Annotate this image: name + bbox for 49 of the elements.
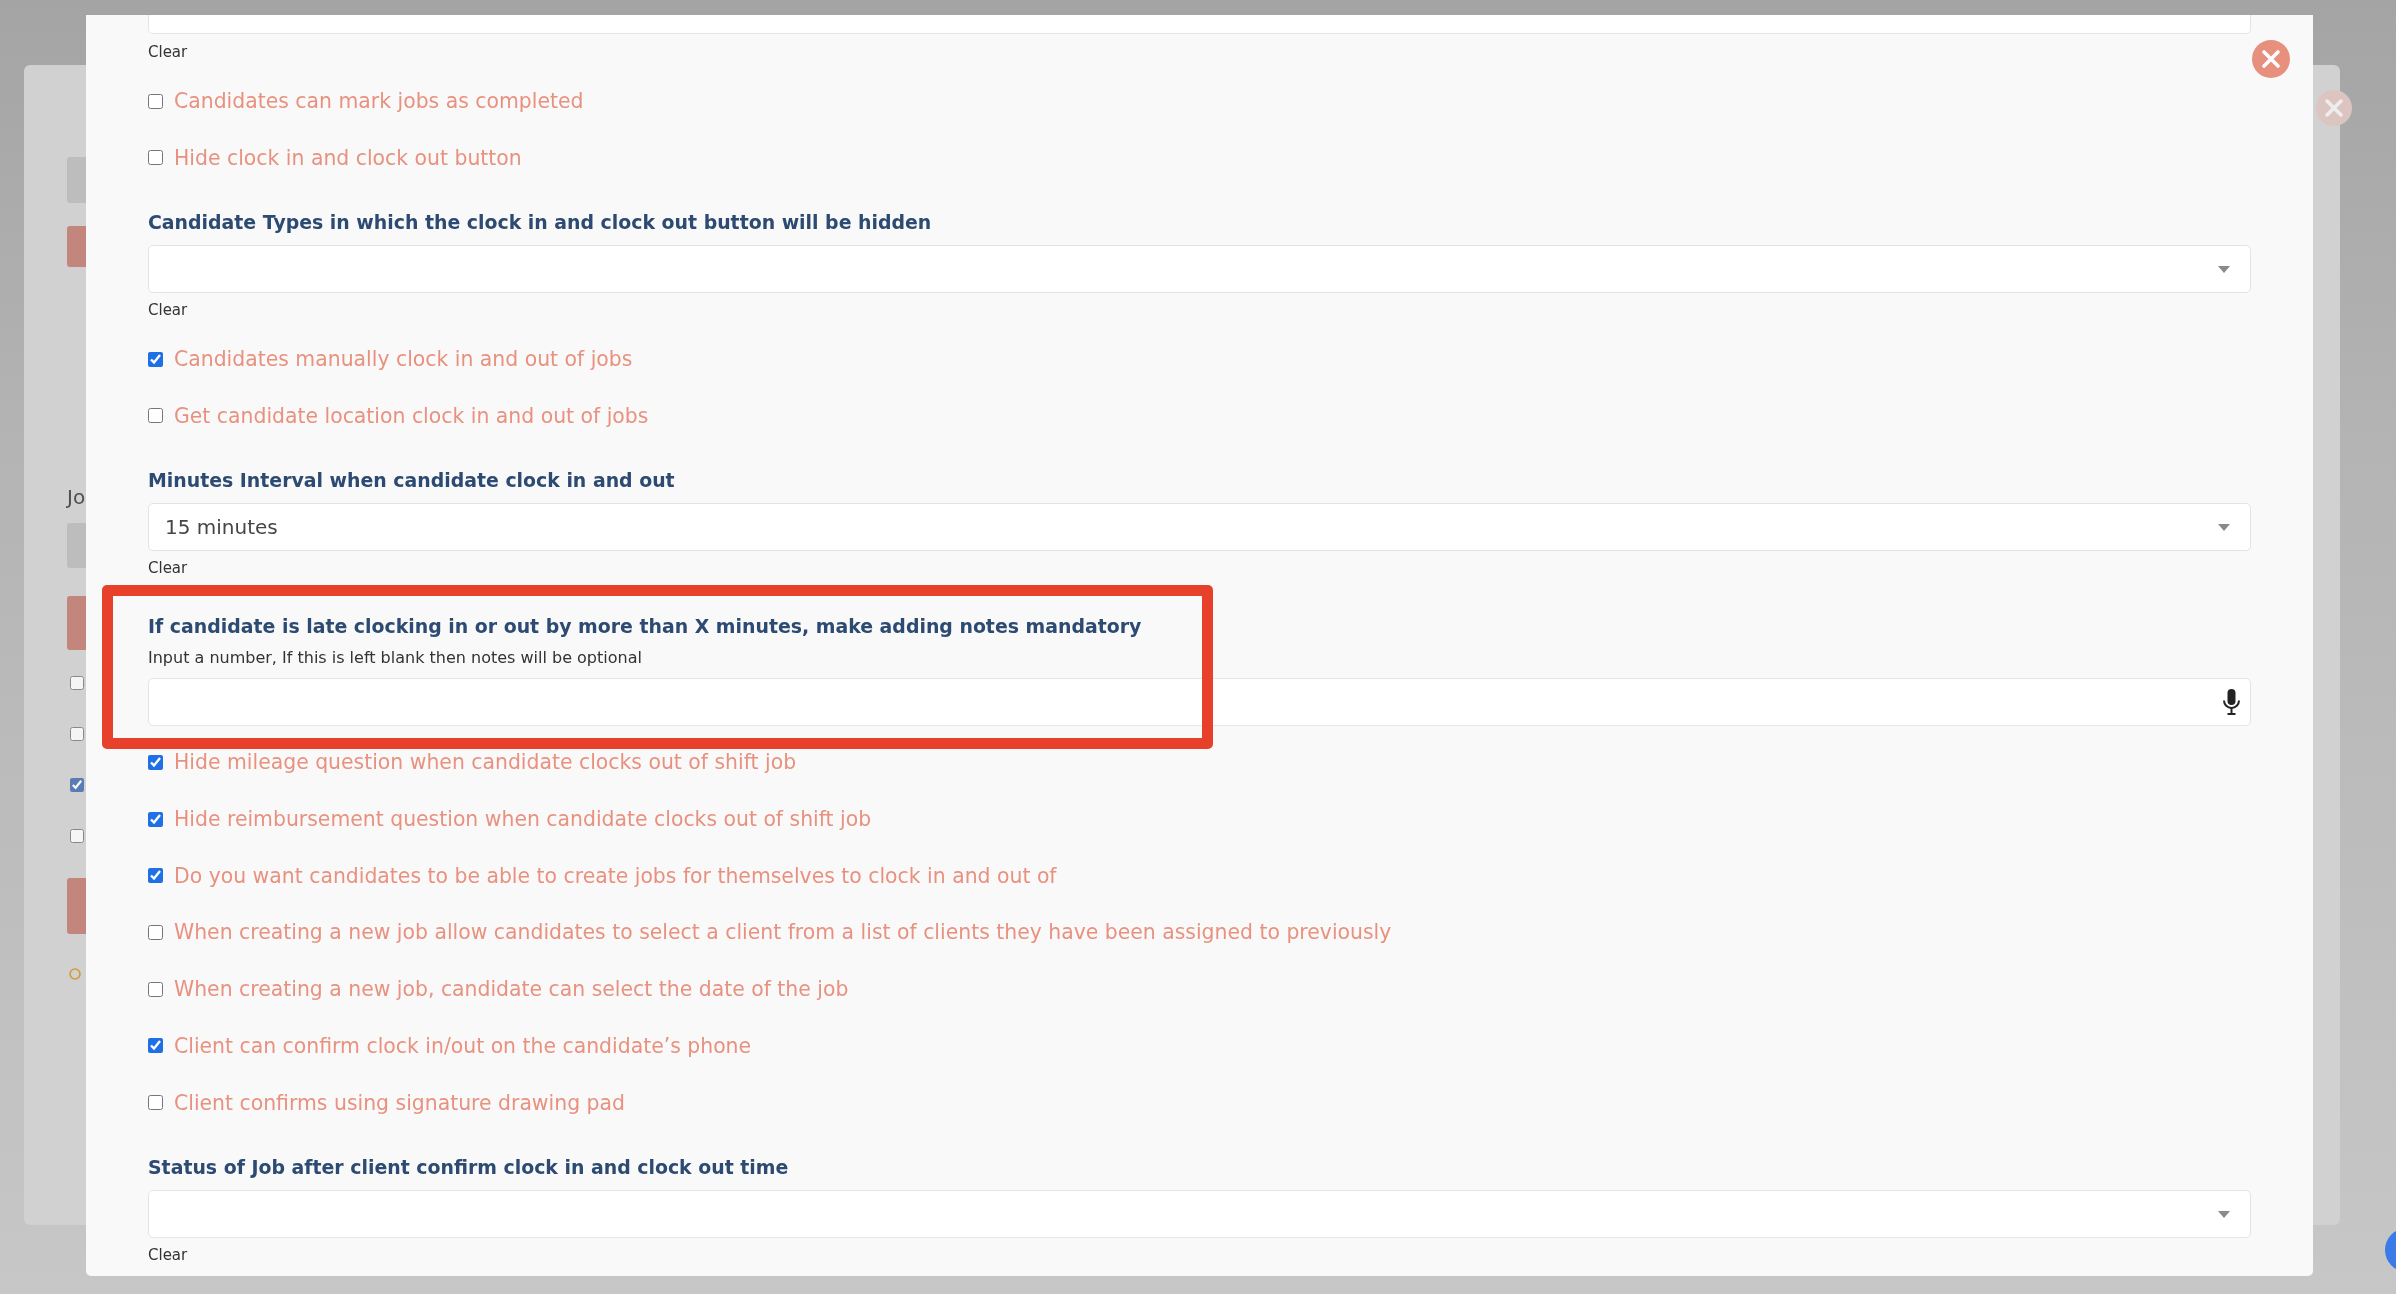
option-label[interactable]: When creating a new job allow candidates to select a client from a list of clients they have been assigned to previously [174, 920, 1392, 945]
option-label[interactable]: Do you want candidates to be able to create jobs for themselves to clock in and out of [174, 863, 1057, 888]
number-input-field[interactable] [148, 678, 2251, 727]
option-label[interactable]: Client confirms using signature drawing pad [174, 1090, 625, 1115]
option-label[interactable]: Candidates manually clock in and out of jobs [174, 347, 633, 372]
microphone-icon[interactable] [2222, 689, 2241, 716]
caret-icon [2218, 523, 2230, 531]
dropdown-field[interactable]: 15 minutes [148, 503, 2251, 552]
option-label[interactable]: Hide clock in and clock out button [174, 145, 522, 170]
option-label[interactable]: Hide reimbursement question when candidate clocks out of shift job [174, 807, 872, 832]
checkbox[interactable] [148, 754, 163, 770]
clear-link[interactable]: Clear [148, 1245, 188, 1265]
caret-icon [2218, 265, 2230, 273]
clear-link[interactable]: Clear [148, 42, 188, 62]
ring-icon [69, 968, 81, 980]
close-icon [2316, 90, 2352, 126]
field-hint: Input a number, If this is left blank then notes will be optional [148, 648, 642, 669]
section-heading: Jo [67, 485, 86, 509]
option-label[interactable]: When creating a new job, candidate can select the date of the job [174, 977, 849, 1002]
dropdown-field[interactable] [148, 15, 2251, 34]
checkbox[interactable] [70, 676, 84, 690]
option-label[interactable]: Get candidate location clock in and out of jobs [174, 403, 649, 428]
checkbox[interactable] [148, 811, 163, 827]
checkbox[interactable] [70, 829, 84, 843]
close-icon[interactable] [2252, 40, 2290, 78]
checkbox[interactable] [148, 868, 163, 884]
circle-button-icon[interactable] [2385, 1228, 2396, 1272]
field-label: Status of Job after client confirm clock in and clock out time [148, 1155, 789, 1179]
checkbox[interactable] [148, 924, 163, 940]
field-label: Minutes Interval when candidate clock in and out [148, 468, 675, 493]
dropdown-field[interactable] [148, 1190, 2251, 1238]
checkbox[interactable] [148, 981, 163, 997]
option-label[interactable]: Client can confirm clock in/out on the candidate’s phone [174, 1033, 752, 1058]
checkbox[interactable] [70, 727, 84, 741]
checkbox[interactable] [148, 1038, 163, 1054]
option-label[interactable]: Candidates can mark jobs as completed [174, 89, 584, 113]
checkbox[interactable] [148, 93, 163, 109]
field-label: If candidate is late clocking in or out by more than X minutes, make adding notes mandatory [148, 614, 1142, 639]
checkbox[interactable] [148, 150, 163, 166]
checkbox[interactable] [148, 408, 163, 424]
caret-icon [2218, 1210, 2230, 1218]
checkbox[interactable] [148, 1095, 163, 1110]
checkbox[interactable] [148, 351, 163, 367]
checkbox[interactable] [70, 778, 84, 792]
dropdown-field[interactable] [148, 245, 2251, 294]
field-label: Candidate Types in which the clock in and clock out button will be hidden [148, 210, 932, 235]
clear-link[interactable]: Clear [148, 558, 188, 579]
clear-link[interactable]: Clear [148, 300, 188, 321]
option-label[interactable]: Hide mileage question when candidate clocks out of shift job [174, 750, 797, 775]
